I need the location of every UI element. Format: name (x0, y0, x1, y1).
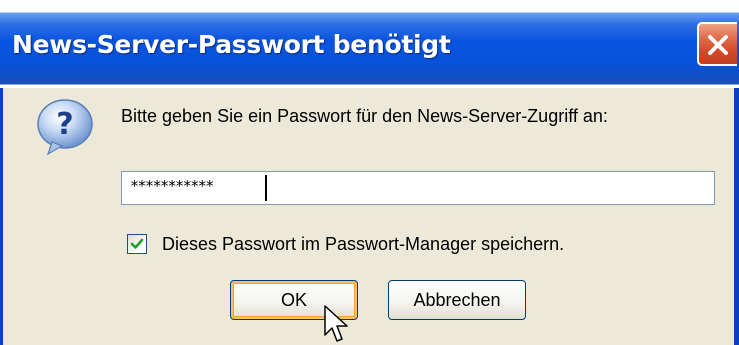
dialog-title: News-Server-Passwort benötigt (12, 30, 451, 59)
mouse-pointer-icon (324, 305, 348, 342)
cancel-button[interactable]: Abbrechen (388, 280, 526, 320)
prompt-text: Bitte geben Sie ein Passwort für den New… (121, 106, 608, 126)
password-input[interactable]: *********** (121, 171, 715, 205)
close-icon (708, 35, 728, 55)
remember-password-label[interactable]: Dieses Passwort im Passwort-Manager spei… (162, 234, 564, 255)
window-border-left (0, 88, 3, 345)
checkmark-icon (130, 238, 144, 249)
password-value: *********** (130, 177, 214, 195)
remember-password-checkbox[interactable] (127, 234, 147, 254)
window-border-right (734, 88, 739, 345)
text-caret (265, 175, 267, 201)
svg-text:?: ? (56, 107, 73, 142)
title-bar[interactable]: News-Server-Passwort benötigt (0, 0, 739, 88)
question-icon: ? (37, 99, 93, 156)
close-button[interactable] (697, 22, 737, 66)
password-dialog: News-Server-Passwort benötigt ? Bitte ge… (0, 0, 739, 345)
